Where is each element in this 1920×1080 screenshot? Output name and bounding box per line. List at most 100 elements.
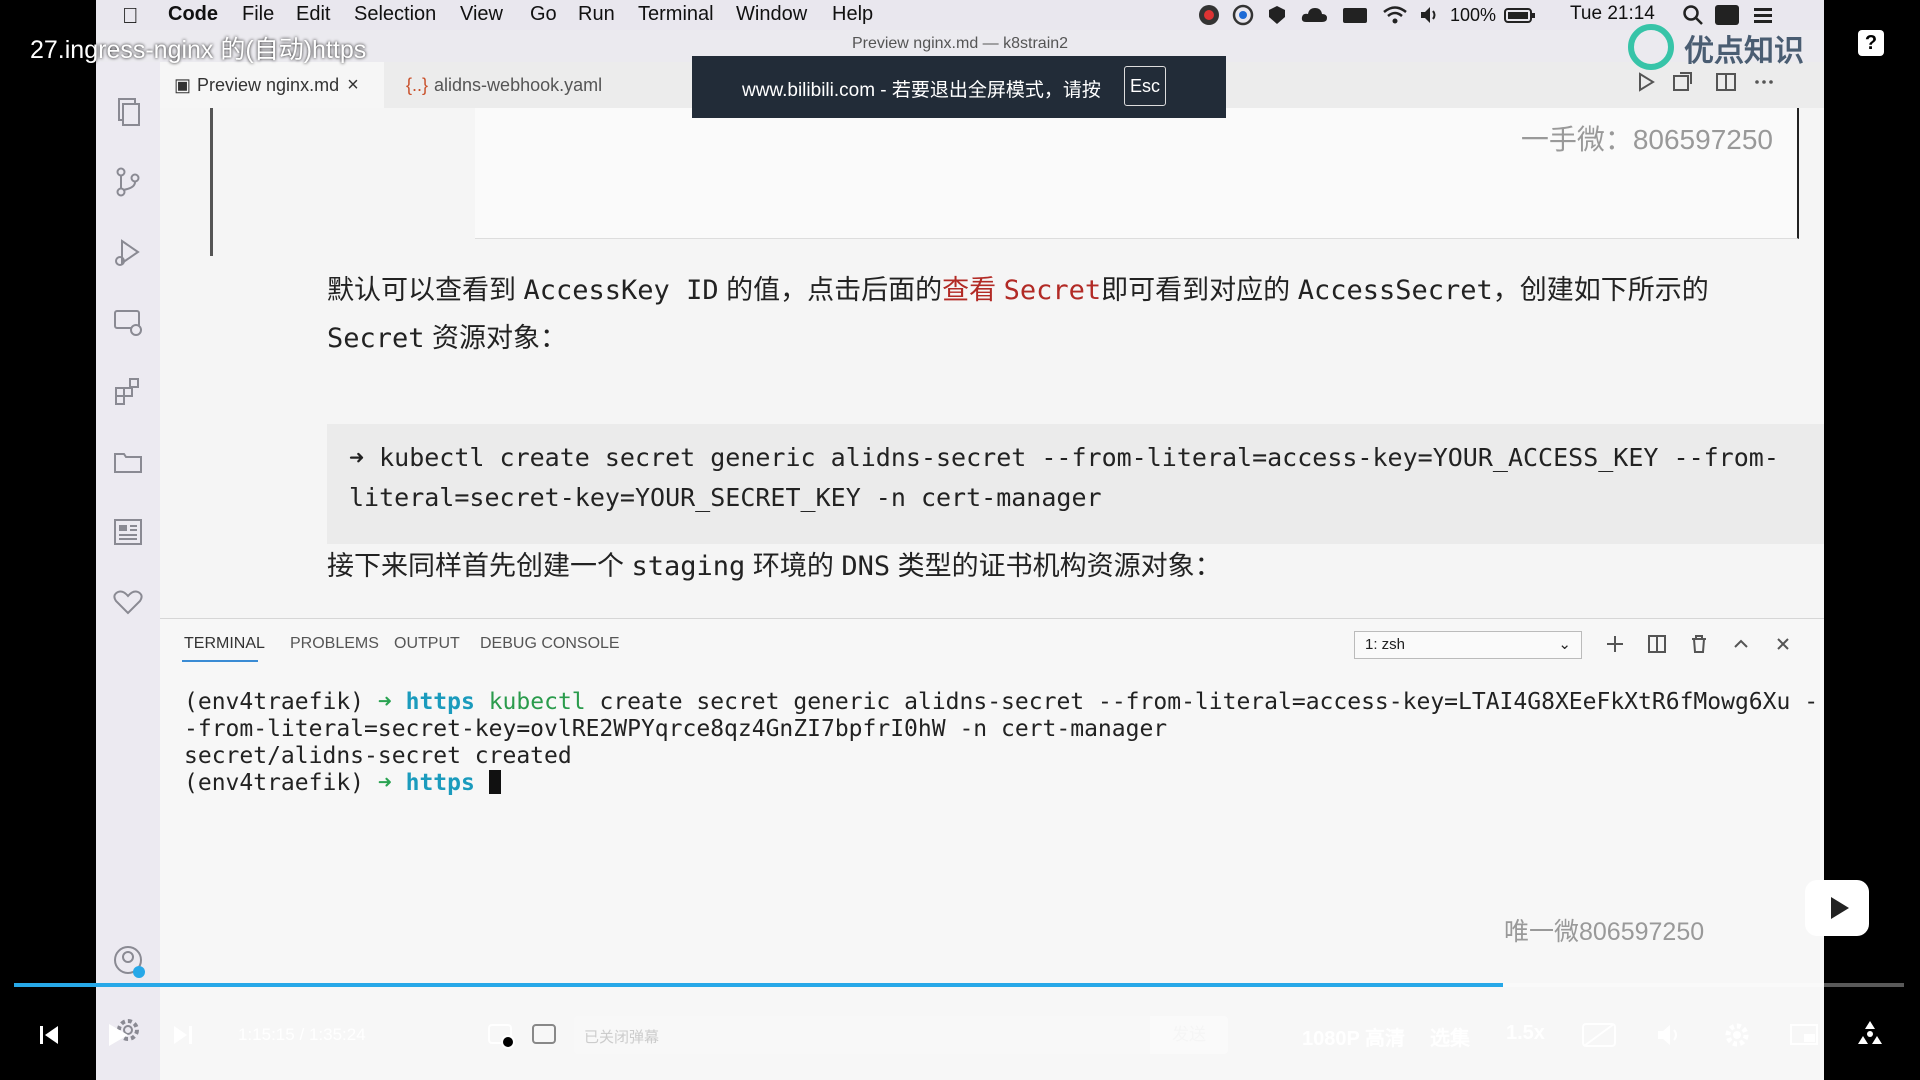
cloud-status-icon[interactable] xyxy=(1300,4,1328,26)
trash-icon[interactable] xyxy=(1686,631,1712,657)
remote-explorer-icon[interactable] xyxy=(110,304,146,340)
previous-icon[interactable] xyxy=(36,1022,62,1048)
current-time: 1:15:15 xyxy=(238,1025,295,1044)
terminal-line[interactable]: (env4traefik) ➜ https xyxy=(184,770,501,797)
code-block: ➜ kubectl create secret generic alidns-s… xyxy=(327,424,1824,544)
text: 即可看到对应的 xyxy=(1101,275,1298,305)
wifi-icon[interactable] xyxy=(1382,4,1408,26)
paragraph-2: 接下来同样首先创建一个 staging 环境的 DNS 类型的证书机构资源对象： xyxy=(327,542,1222,591)
source-control-icon[interactable] xyxy=(110,164,146,200)
tab-terminal[interactable]: TERMINAL xyxy=(184,635,265,653)
time-display: 1:15:15 / 1:35:24 xyxy=(238,1025,366,1045)
menu-terminal[interactable]: Terminal xyxy=(638,3,714,26)
globe-status-icon[interactable] xyxy=(1232,4,1254,26)
play-icon[interactable] xyxy=(102,1020,132,1050)
logo-text: 优点知识 xyxy=(1684,35,1804,68)
battery-icon[interactable] xyxy=(1504,4,1536,26)
menu-edit[interactable]: Edit xyxy=(296,3,330,26)
volume-icon[interactable] xyxy=(1654,1020,1684,1050)
text: 环境的 xyxy=(745,551,842,581)
keyboard-status-icon[interactable] xyxy=(1342,4,1368,26)
send-button[interactable]: 发送 xyxy=(1150,1016,1228,1054)
code-line: ➜ kubectl create secret generic alidns-s… xyxy=(349,443,1779,472)
image-watermark-text: 一手微：806597250 xyxy=(1520,124,1773,155)
folder-icon[interactable] xyxy=(110,444,146,480)
tab-output[interactable]: OUTPUT xyxy=(394,635,460,653)
settings-icon[interactable] xyxy=(1722,1020,1752,1050)
close-panel-icon[interactable] xyxy=(1770,631,1796,657)
tab-alidns-webhook[interactable]: {..} alidns-webhook.yaml xyxy=(392,62,622,108)
pip-icon[interactable] xyxy=(1788,1020,1820,1050)
next-icon[interactable] xyxy=(170,1022,196,1048)
env-prefix: (env4traefik) xyxy=(184,689,378,715)
blockquote-bar xyxy=(210,108,213,256)
spotlight-search-icon[interactable] xyxy=(1682,4,1704,26)
subtitle-off-icon[interactable] xyxy=(1580,1020,1618,1050)
preview-panel-icon[interactable] xyxy=(110,514,146,550)
menu-run[interactable]: Run xyxy=(578,3,615,26)
apple-icon[interactable]:  xyxy=(122,3,139,29)
quality-button[interactable]: 1080P 高清 xyxy=(1302,1022,1405,1051)
code-line: literal=secret-key=YOUR_SECRET_KEY -n ce… xyxy=(349,483,1102,512)
chevron-down-icon: ⌄ xyxy=(1558,636,1571,653)
code-inline: staging xyxy=(631,551,746,582)
tab-problems[interactable]: PROBLEMS xyxy=(290,635,379,653)
tab-debug-console[interactable]: DEBUG CONSOLE xyxy=(480,635,620,653)
menu-file[interactable]: File xyxy=(242,3,274,26)
speed-button[interactable]: 1.5x xyxy=(1506,1022,1545,1045)
episodes-button[interactable]: 选集 xyxy=(1430,1022,1470,1051)
text: 接下来同样首先创建一个 xyxy=(327,551,632,581)
text: 资源对象： xyxy=(424,323,568,353)
split-terminal-icon[interactable] xyxy=(1644,631,1670,657)
menu-window[interactable]: Window xyxy=(736,3,807,26)
danmaku-settings-icon[interactable] xyxy=(530,1020,560,1050)
menu-help[interactable]: Help xyxy=(832,3,873,26)
tab-preview-nginx[interactable]: ▣ Preview nginx.md × xyxy=(160,62,384,110)
video-progress-bar[interactable] xyxy=(14,983,1904,987)
menu-code[interactable]: Code xyxy=(168,3,218,26)
extensions-icon[interactable] xyxy=(110,374,146,410)
danmaku-toggle-icon[interactable] xyxy=(486,1020,516,1050)
menu-view[interactable]: View xyxy=(460,3,503,26)
control-center-icon[interactable] xyxy=(1752,4,1774,26)
heart-icon[interactable] xyxy=(110,584,146,620)
link-text[interactable]: 查看 xyxy=(942,275,1004,305)
accounts-icon[interactable] xyxy=(110,942,146,978)
esc-key: Esc xyxy=(1124,66,1166,106)
fullscreen-toast: www.bilibili.com - 若要退出全屏模式，请按 Esc xyxy=(692,56,1226,118)
close-tab-icon[interactable]: × xyxy=(347,62,359,108)
run-debug-icon[interactable] xyxy=(110,234,146,270)
volume-icon[interactable] xyxy=(1418,4,1440,26)
active-tab-indicator xyxy=(182,660,258,662)
watermark-text: 唯一微806597250 xyxy=(1504,918,1705,946)
menu-go[interactable]: Go xyxy=(530,3,557,26)
new-terminal-icon[interactable] xyxy=(1602,631,1628,657)
shield-status-icon[interactable] xyxy=(1266,4,1288,26)
tab-label: Preview nginx.md xyxy=(197,75,340,95)
clock[interactable]: Tue 21:14 xyxy=(1570,3,1655,25)
more-actions-icon[interactable] xyxy=(1752,70,1776,94)
fullscreen-exit-icon[interactable] xyxy=(1854,1018,1886,1050)
split-editor-icon[interactable] xyxy=(1714,70,1738,94)
markdown-preview: 一手微：806597250 默认可以查看到 AccessKey ID 的值，点击… xyxy=(160,108,1824,618)
mac-menubar:  Code File Edit Selection View Go Run T… xyxy=(96,0,1824,30)
maximize-panel-icon[interactable] xyxy=(1728,631,1754,657)
explorer-icon[interactable] xyxy=(110,94,146,130)
text: 的值，点击后面的 xyxy=(718,275,943,305)
open-source-icon[interactable] xyxy=(1670,70,1694,94)
link-text[interactable]: Secret xyxy=(1004,275,1102,306)
dictionary-icon[interactable] xyxy=(1714,4,1740,26)
danmaku-input[interactable]: 已关闭弹幕 xyxy=(574,1016,1228,1054)
code-inline: AccessSecret xyxy=(1297,275,1493,306)
preview-icon: ▣ xyxy=(174,75,192,95)
help-icon[interactable]: ? xyxy=(1858,30,1884,56)
cwd: https xyxy=(405,770,475,796)
menu-selection[interactable]: Selection xyxy=(354,3,436,26)
bilibili-play-icon[interactable] xyxy=(1805,880,1869,936)
run-icon[interactable] xyxy=(1634,70,1658,94)
app-status-icon[interactable] xyxy=(1198,4,1220,26)
shell-select[interactable]: 1: zsh ⌄ xyxy=(1354,631,1582,659)
time-separator: / xyxy=(299,1025,305,1044)
terminal-cursor xyxy=(488,770,501,794)
paragraph-1-line2: Secret 资源对象： xyxy=(327,314,567,363)
